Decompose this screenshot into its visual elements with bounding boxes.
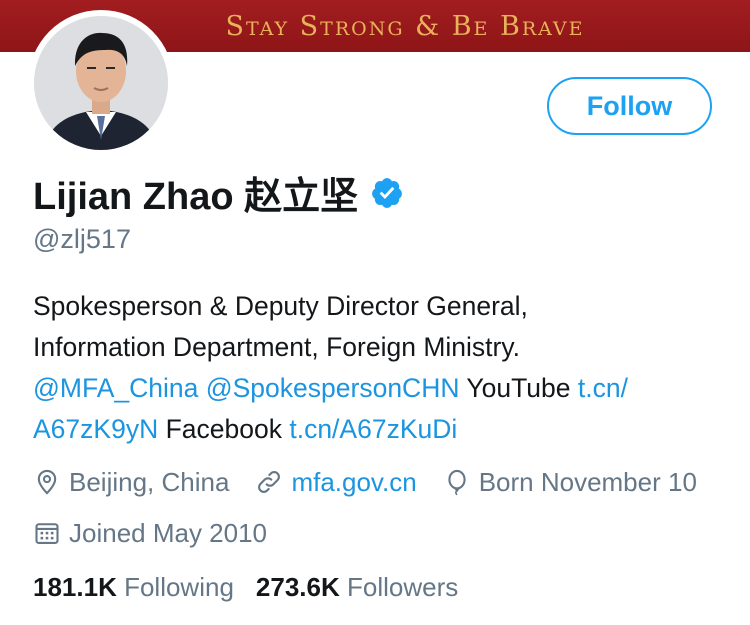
link-icon: [258, 471, 281, 493]
verified-badge-icon: [372, 177, 402, 208]
bio-text: Facebook: [165, 414, 282, 444]
profile-bio: Spokesperson & Deputy Director General, …: [33, 286, 733, 450]
joined-item: Joined May 2010: [33, 518, 267, 549]
facebook-link[interactable]: t.cn/A67zKuDi: [289, 414, 457, 444]
website-item: mfa.gov.cn: [255, 467, 417, 498]
profile-name-row: Lijian Zhao 赵立坚: [33, 165, 404, 220]
website-link[interactable]: mfa.gov.cn: [291, 467, 416, 498]
followers-stat[interactable]: 273.6K Followers: [256, 572, 458, 603]
following-stat[interactable]: 181.1K Following: [33, 572, 234, 603]
profile-handle: @zlj517: [33, 224, 131, 254]
followers-count: 273.6K: [255, 572, 340, 602]
profile-meta: Beijing, China mfa.gov.cn Born November …: [33, 462, 733, 553]
youtube-link[interactable]: t.cn/: [578, 373, 628, 403]
avatar-photo: [34, 16, 168, 150]
banner-text: Stay Strong & Be Brave: [225, 10, 585, 42]
calendar-icon: [35, 523, 59, 544]
meta-row: Beijing, China mfa.gov.cn Born November …: [33, 462, 733, 502]
bio-line: @MFA_China @SpokespersonCHN YouTube t.cn…: [33, 368, 733, 409]
avatar[interactable]: [28, 10, 174, 156]
birthday-text: Born November 10: [478, 466, 697, 497]
mention-link[interactable]: @MFA_China: [33, 373, 198, 403]
mention-link[interactable]: @SpokespersonCHN: [206, 373, 460, 403]
youtube-link-continued[interactable]: A67zK9yN: [33, 414, 158, 444]
bio-line: Spokesperson & Deputy Director General,: [33, 291, 528, 321]
followers-label: Followers: [346, 572, 459, 602]
bio-line: A67zK9yN Facebook t.cn/A67zKuDi: [33, 409, 733, 450]
following-count: 181.1K: [33, 572, 117, 602]
follow-button[interactable]: Follow: [547, 77, 712, 135]
birthday-item: Born November 10: [443, 467, 697, 498]
bio-line: Information Department, Foreign Ministry…: [33, 332, 520, 362]
profile-name: Lijian Zhao 赵立坚: [33, 176, 359, 218]
joined-text: Joined May 2010: [69, 517, 268, 548]
profile-stats: 181.1K Following 273.6K Followers: [33, 572, 480, 603]
location-pin-icon: [37, 469, 57, 495]
balloon-icon: [448, 469, 466, 496]
following-label: Following: [124, 572, 234, 602]
meta-row: Joined May 2010: [33, 513, 733, 553]
location-text: Beijing, China: [69, 466, 230, 497]
location-item: Beijing, China: [33, 467, 229, 498]
bio-text: YouTube: [466, 373, 571, 403]
